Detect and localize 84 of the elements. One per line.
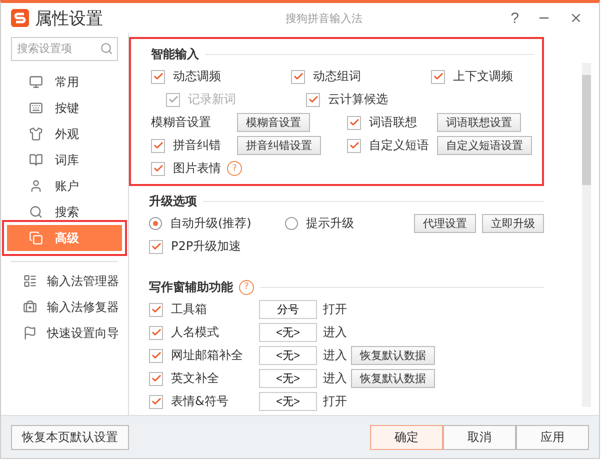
checkbox[interactable]: 词语联想: [347, 114, 437, 131]
action-label: 打开: [323, 301, 348, 318]
check-icon: [308, 94, 318, 105]
action-label: 进入: [323, 324, 348, 341]
restore-data-button[interactable]: 恢复默认数据: [351, 369, 435, 388]
copy-icon: [29, 231, 43, 245]
check-icon: [152, 163, 164, 174]
search-icon[interactable]: [100, 42, 113, 55]
check-icon: [168, 94, 178, 105]
monitor-icon: [29, 75, 43, 89]
search-field[interactable]: 搜索设置项: [11, 37, 118, 61]
keyboard-icon: [29, 101, 43, 115]
sidebar-item[interactable]: 词库: [7, 147, 122, 173]
window-subtitle: 搜狗拼音输入法: [284, 10, 364, 26]
sidebar-item[interactable]: 按键: [7, 95, 122, 121]
settings-button[interactable]: 拼音纠错设置: [237, 136, 321, 155]
check-icon: [292, 71, 304, 82]
settings-button[interactable]: 模糊音设置: [237, 113, 310, 132]
action-label: 进入: [323, 370, 348, 387]
sidebar-item[interactable]: 常用: [7, 69, 122, 95]
action-label: 进入: [323, 347, 348, 364]
list-icon: [23, 274, 37, 288]
check-icon: [150, 396, 162, 407]
check-icon: [348, 140, 360, 151]
help-button[interactable]: ?: [504, 10, 525, 26]
checkbox[interactable]: 动态组词: [291, 68, 431, 85]
action-label: 打开: [323, 393, 348, 410]
checkbox[interactable]: 云计算候选: [306, 91, 534, 108]
section-title: 写作窗辅助功能: [149, 278, 233, 296]
checkbox[interactable]: 图片表情: [151, 160, 221, 177]
checkbox[interactable]: 人名模式: [149, 324, 259, 341]
sidebar-item[interactable]: 外观: [7, 121, 122, 147]
settings-button[interactable]: 自定义短语设置: [437, 136, 532, 155]
checkbox[interactable]: 动态调频: [151, 68, 291, 85]
hotkey-field[interactable]: <无>: [259, 346, 317, 365]
scrollbar[interactable]: [582, 63, 591, 407]
check-icon: [150, 327, 162, 338]
dialog-button[interactable]: 确定: [370, 424, 443, 450]
sidebar-item[interactable]: 账户: [7, 173, 122, 199]
check-icon: [150, 241, 162, 252]
close-icon: [569, 11, 583, 25]
setting-label: 模糊音设置: [151, 114, 212, 131]
check-icon: [152, 71, 164, 82]
section-title: 升级选项: [149, 192, 197, 210]
checkbox[interactable]: 自定义短语: [347, 137, 437, 154]
restore-data-button[interactable]: 恢复默认数据: [351, 346, 435, 365]
search-icon: [29, 205, 43, 219]
user-icon: [29, 179, 43, 193]
hotkey-field[interactable]: 分号: [259, 300, 317, 319]
sidebar-link[interactable]: 输入法管理器: [1, 268, 128, 294]
window-title: 属性设置: [35, 8, 103, 30]
upgrade-button[interactable]: 代理设置: [414, 214, 476, 233]
dialog-button[interactable]: 取消: [443, 424, 516, 450]
check-icon: [432, 71, 444, 82]
flag-icon: [23, 326, 37, 340]
dialog-button[interactable]: 应用: [516, 424, 589, 450]
check-icon: [150, 304, 162, 315]
checkbox[interactable]: 网址邮箱补全: [149, 347, 259, 364]
hotkey-field[interactable]: <无>: [259, 392, 317, 411]
checkbox[interactable]: P2P升级加速: [149, 238, 544, 255]
checkbox[interactable]: 工具箱: [149, 301, 259, 318]
hotkey-field[interactable]: <无>: [259, 323, 317, 342]
settings-button[interactable]: 词语联想设置: [437, 113, 521, 132]
shirt-icon: [29, 127, 43, 141]
check-icon: [150, 350, 162, 361]
sidebar-item[interactable]: 搜索: [7, 199, 122, 225]
sidebar-link[interactable]: 输入法修复器: [1, 294, 128, 320]
checkbox[interactable]: 英文补全: [149, 370, 259, 387]
restore-defaults-button[interactable]: 恢复本页默认设置: [11, 424, 129, 450]
sidebar-link[interactable]: 快速设置向导: [1, 320, 128, 346]
check-icon: [150, 373, 162, 384]
check-icon: [348, 117, 360, 128]
hotkey-field[interactable]: <无>: [259, 369, 317, 388]
section-title: 智能输入: [151, 46, 199, 62]
radio-button[interactable]: 自动升级(推荐): [149, 215, 279, 232]
check-icon: [152, 140, 164, 151]
medical-kit-icon: [23, 300, 37, 314]
radio-button[interactable]: 提示升级: [285, 215, 408, 232]
checkbox[interactable]: 拼音纠错: [151, 137, 237, 154]
book-icon: [29, 153, 43, 167]
checkbox[interactable]: 表情&符号: [149, 393, 259, 410]
checkbox[interactable]: 上下文调频: [431, 68, 534, 85]
upgrade-button[interactable]: 立即升级: [482, 214, 544, 233]
logo-icon: [11, 9, 29, 27]
